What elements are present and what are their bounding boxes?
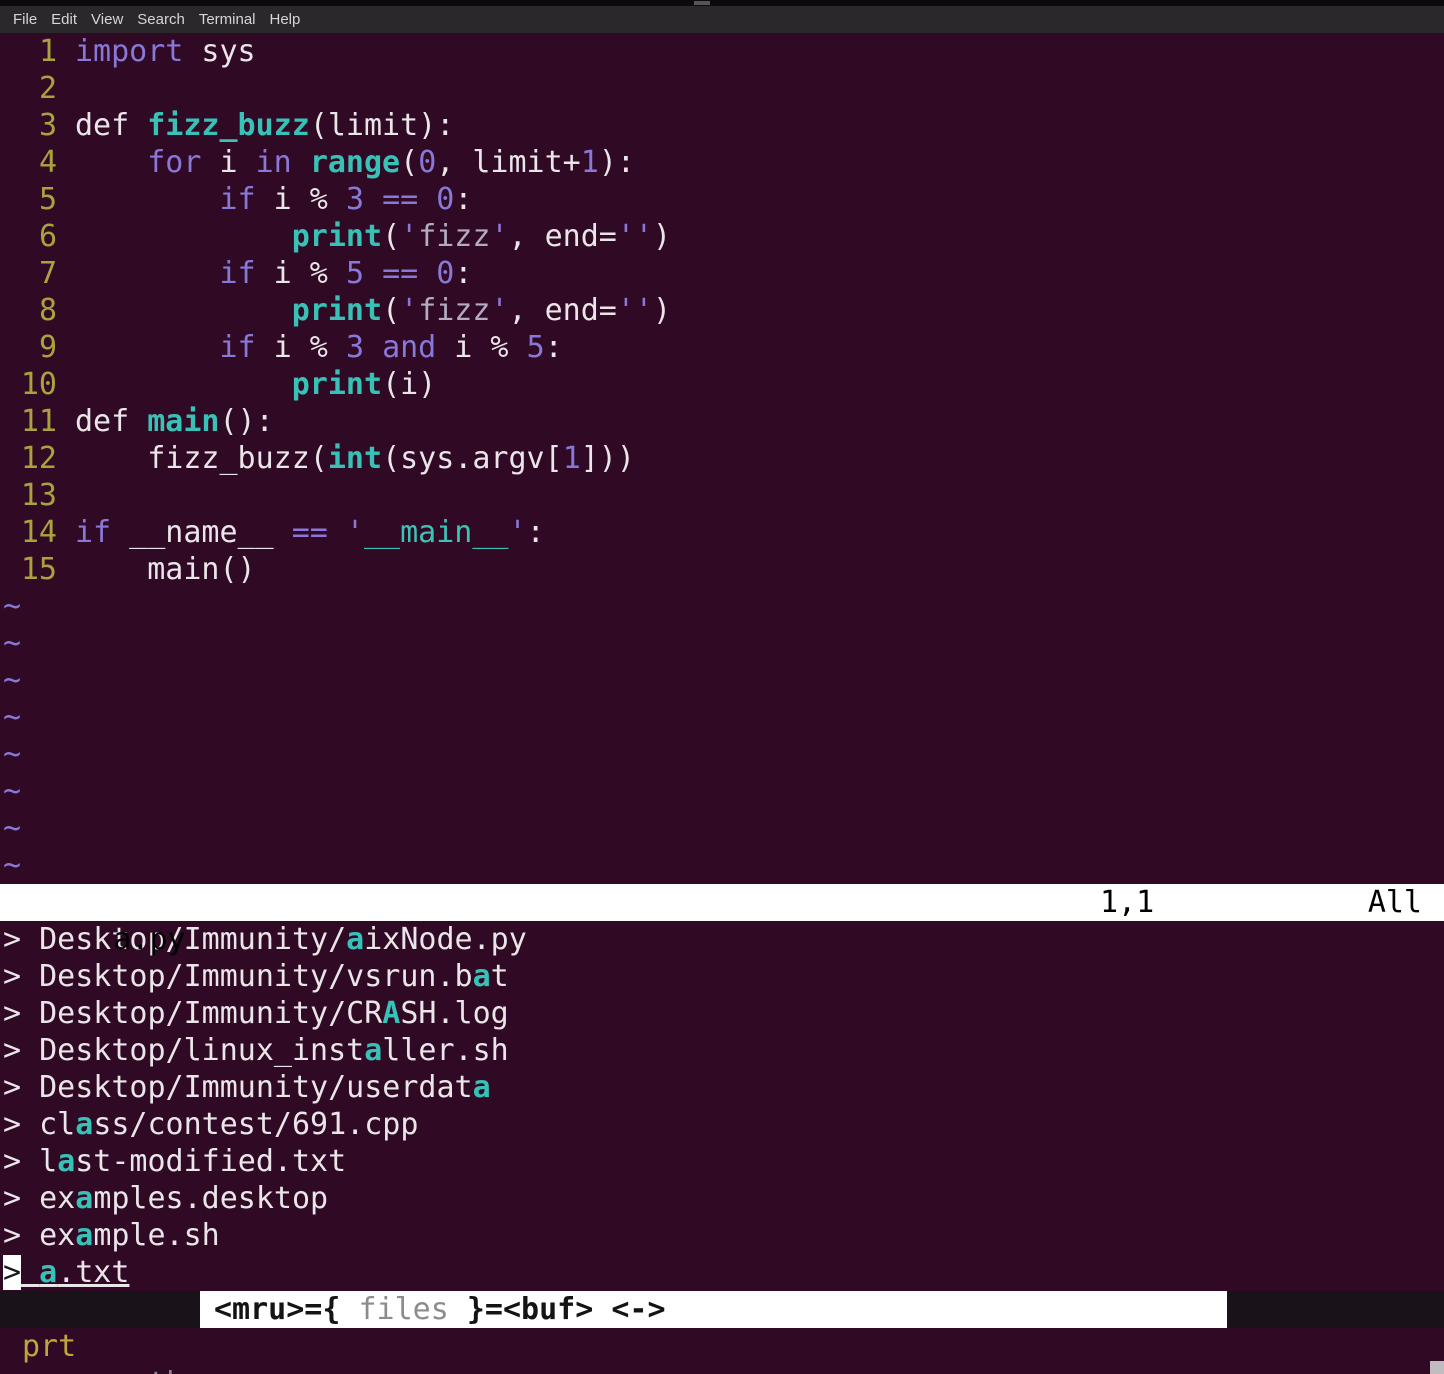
result-path: Desktop/linux_installer.sh xyxy=(21,1033,509,1068)
window-titlebar xyxy=(0,0,1444,6)
finder-result[interactable]: > examples.desktop xyxy=(0,1180,1444,1217)
menu-bar: File Edit View Search Terminal Help xyxy=(0,6,1444,33)
result-prefix: > xyxy=(3,1070,22,1105)
line-number: 8 xyxy=(38,293,57,328)
finder-modeline: prt path <mru>={ files }=<buf> <-> /home… xyxy=(0,1291,1444,1374)
code-line[interactable]: 2 xyxy=(0,70,1444,107)
modeline-tab-files[interactable]: files xyxy=(340,1292,466,1327)
statusline-ruler: 1,1 xyxy=(1100,885,1155,920)
code-line[interactable]: 3 def fizz_buzz(limit): xyxy=(0,107,1444,144)
finder-result[interactable]: > Desktop/Immunity/CRASH.log xyxy=(0,995,1444,1032)
prompt-input-value[interactable]: a xyxy=(186,1366,204,1374)
tilde-marker: ~ xyxy=(3,848,22,883)
result-path: last-modified.txt xyxy=(21,1144,347,1179)
line-number: 3 xyxy=(38,108,57,143)
result-path: Desktop/Immunity/userdata xyxy=(21,1070,491,1105)
finder-results: > Desktop/Immunity/aixNode.py> Desktop/I… xyxy=(0,921,1444,1291)
line-number: 6 xyxy=(38,219,57,254)
code-line[interactable]: 15 main() xyxy=(0,551,1444,588)
result-prefix: > xyxy=(3,1144,22,1179)
code-line[interactable]: 7 if i % 5 == 0: xyxy=(0,255,1444,292)
result-path: examples.desktop xyxy=(21,1181,329,1216)
finder-result[interactable]: > Desktop/linux_installer.sh xyxy=(0,1032,1444,1069)
tilde-marker: ~ xyxy=(3,774,22,809)
tilde-marker: ~ xyxy=(3,737,22,772)
finder-result[interactable]: > last-modified.txt xyxy=(0,1143,1444,1180)
modeline-mode: prt xyxy=(22,1329,77,1364)
modeline-tab-mru[interactable]: <mru>={ xyxy=(214,1292,340,1327)
line-number: 4 xyxy=(38,145,57,180)
menu-item-help[interactable]: Help xyxy=(263,11,308,28)
tilde-marker: ~ xyxy=(3,811,22,846)
statusline-scroll-position: All xyxy=(1367,885,1422,920)
modeline-category: path xyxy=(112,1365,184,1374)
finder-result[interactable]: > Desktop/Immunity/aixNode.py xyxy=(0,921,1444,958)
result-prefix: > xyxy=(3,1255,22,1290)
vim-editor: 1 import sys 2 3 def fizz_buzz(limit): 4 for … xyxy=(0,33,1444,1374)
result-path: a.txt xyxy=(39,1255,130,1290)
result-prefix: > xyxy=(3,1107,22,1142)
code-line[interactable]: 1 import sys xyxy=(0,33,1444,70)
tilde-area: ~ ~ ~ ~ ~ ~ ~ ~ xyxy=(0,588,1444,884)
code-line[interactable]: 8 print('fizz', end='') xyxy=(0,292,1444,329)
code-line[interactable]: 11 def main(): xyxy=(0,403,1444,440)
finder-result[interactable]: > class/contest/691.cpp xyxy=(0,1106,1444,1143)
line-number: 11 xyxy=(20,404,57,439)
modeline-tab-buf[interactable]: }=<buf> <-> xyxy=(467,1292,666,1327)
code-line[interactable]: 5 if i % 3 == 0: xyxy=(0,181,1444,218)
finder-result[interactable]: > Desktop/Immunity/vsrun.bat xyxy=(0,958,1444,995)
code-line[interactable]: 4 for i in range(0, limit+1): xyxy=(0,144,1444,181)
menu-item-edit[interactable]: Edit xyxy=(44,11,84,28)
resize-corner[interactable] xyxy=(1430,1361,1444,1374)
code-line[interactable]: 14 if __name__ == '__main__': xyxy=(0,514,1444,551)
vim-statusline: a.py 1,1 All xyxy=(0,884,1444,957)
line-number: 14 xyxy=(20,515,57,550)
code-line[interactable]: 10 print(i) xyxy=(0,366,1444,403)
finder-result[interactable]: > example.sh xyxy=(0,1217,1444,1254)
line-number: 1 xyxy=(38,34,57,69)
line-number: 12 xyxy=(20,441,57,476)
line-number: 9 xyxy=(38,330,57,365)
menu-item-terminal[interactable]: Terminal xyxy=(192,11,263,28)
code-line[interactable]: 9 if i % 3 and i % 5: xyxy=(0,329,1444,366)
statusline-filename: a.py xyxy=(113,922,186,957)
line-number: 13 xyxy=(20,478,57,513)
tilde-marker: ~ xyxy=(3,663,22,698)
line-number: 15 xyxy=(20,552,57,587)
finder-prompt[interactable]: >>>a xyxy=(0,1328,1444,1374)
tilde-marker: ~ xyxy=(3,700,22,735)
menu-item-file[interactable]: File xyxy=(6,11,44,28)
code-line[interactable]: 12 fizz_buzz(int(sys.argv[1])) xyxy=(0,440,1444,477)
result-path: example.sh xyxy=(21,1218,220,1253)
terminal-window: File Edit View Search Terminal Help 1 import s… xyxy=(0,0,1444,1374)
result-path: class/contest/691.cpp xyxy=(21,1107,419,1142)
code-area: 1 import sys 2 3 def fizz_buzz(limit): 4 for … xyxy=(0,33,1444,588)
result-prefix: > xyxy=(3,1218,22,1253)
menu-item-search[interactable]: Search xyxy=(130,11,192,28)
menu-item-view[interactable]: View xyxy=(84,11,130,28)
finder-result[interactable]: > Desktop/Immunity/userdata xyxy=(0,1069,1444,1106)
tilde-marker: ~ xyxy=(3,626,22,661)
line-number: 10 xyxy=(20,367,57,402)
line-number: 2 xyxy=(38,71,57,106)
code-line[interactable]: 13 xyxy=(0,477,1444,514)
line-number: 5 xyxy=(38,182,57,217)
modeline-tabs: <mru>={ files }=<buf> <-> xyxy=(200,1291,1227,1328)
titlebar-glyph xyxy=(694,1,710,5)
line-number: 7 xyxy=(38,256,57,291)
result-prefix: > xyxy=(3,1181,22,1216)
tilde-marker: ~ xyxy=(3,589,22,624)
finder-result-selected[interactable]: > a.txt xyxy=(0,1254,1444,1291)
code-line[interactable]: 6 print('fizz', end='') xyxy=(0,218,1444,255)
